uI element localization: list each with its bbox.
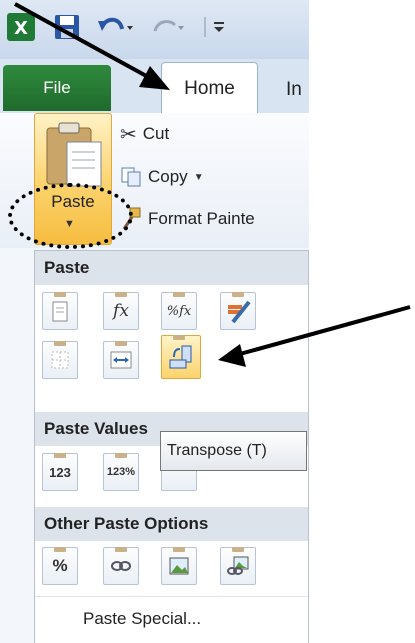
excel-screenshot: X File Home In Paste ▼ ✂ Cut Copy ▼ Form… xyxy=(0,0,309,643)
paste-option-keep-source-formatting[interactable] xyxy=(220,292,256,330)
column-widths-icon xyxy=(110,351,132,369)
ribbon-tab-bar: File Home In xyxy=(0,59,309,114)
chevron-down-icon: ▼ xyxy=(193,171,204,183)
cut-label: Cut xyxy=(142,124,170,143)
format-painter-label: Format Painte xyxy=(148,209,255,228)
paste-option-paste[interactable] xyxy=(42,292,78,330)
link-icon xyxy=(111,561,131,571)
quick-access-toolbar: X xyxy=(0,0,309,59)
paste-option-no-borders[interactable] xyxy=(42,341,78,379)
paste-special-label: Paste Special... xyxy=(83,609,202,628)
save-icon[interactable] xyxy=(50,9,84,45)
percent-fx-icon: %fx xyxy=(166,303,192,319)
undo-icon[interactable] xyxy=(96,9,136,45)
copy-button[interactable]: Copy ▼ xyxy=(120,159,204,195)
paste-option-formulas[interactable]: fx xyxy=(103,292,139,330)
linked-picture-icon xyxy=(227,556,249,575)
section-paste-header: Paste xyxy=(35,251,308,285)
values-percent-icon: 123% xyxy=(106,466,136,478)
paste-option-formatting[interactable]: % xyxy=(42,547,78,585)
transpose-tooltip: Transpose (T) xyxy=(160,431,307,471)
fx-icon: fx xyxy=(113,301,129,321)
redo-icon[interactable] xyxy=(147,9,187,45)
copy-icon xyxy=(121,167,141,187)
values-123-icon: 123 xyxy=(49,464,71,480)
paintbrush-icon xyxy=(228,300,251,324)
copy-label: Copy xyxy=(148,167,188,186)
picture-icon xyxy=(169,557,189,575)
no-borders-icon xyxy=(51,351,69,369)
tab-insert[interactable]: In xyxy=(286,79,302,101)
paste-clipboard-icon xyxy=(46,122,102,187)
tab-file[interactable]: File xyxy=(3,65,111,111)
paste-option-picture[interactable] xyxy=(161,547,197,585)
paste-option-linked-picture[interactable] xyxy=(220,547,256,585)
tab-home[interactable]: Home xyxy=(161,62,258,114)
percent-icon: % xyxy=(52,556,68,575)
transpose-icon xyxy=(169,345,192,369)
cut-button[interactable]: ✂ Cut xyxy=(120,116,169,152)
scissors-icon: ✂ xyxy=(120,123,137,146)
format-painter-button[interactable]: Format Painte xyxy=(120,201,255,237)
customize-qat-icon[interactable] xyxy=(195,9,235,45)
paste-option-formulas-number-formatting[interactable]: %fx xyxy=(161,292,197,330)
paste-option-keep-column-widths[interactable] xyxy=(103,341,139,379)
paste-callout-oval xyxy=(8,183,133,249)
paste-option-link[interactable] xyxy=(103,547,139,585)
excel-logo-icon: X xyxy=(4,9,38,45)
paste-doc-icon xyxy=(52,301,68,322)
paste-special-menu-item[interactable]: Paste Special... xyxy=(35,596,308,643)
paste-option-transpose[interactable] xyxy=(161,335,201,379)
svg-text:X: X xyxy=(14,18,28,39)
paste-option-values[interactable]: 123 xyxy=(42,453,78,491)
paste-option-values-number-formatting[interactable]: 123% xyxy=(103,453,139,491)
section-other-paste-options-header: Other Paste Options xyxy=(35,507,308,541)
